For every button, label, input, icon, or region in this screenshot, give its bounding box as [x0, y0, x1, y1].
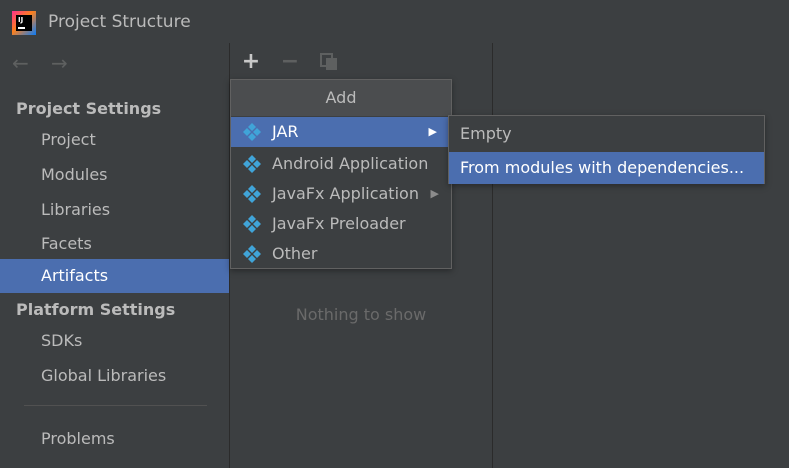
intellij-logo-icon: IJ [12, 11, 36, 35]
window-title: Project Structure [48, 12, 191, 32]
menu-item-label: Other [272, 244, 318, 263]
menu-item-jar[interactable]: JAR ▶ [231, 117, 451, 147]
submenu-item-from-modules[interactable]: From modules with dependencies... [449, 152, 764, 184]
menu-item-javafx-preloader[interactable]: JavaFx Preloader [231, 209, 451, 239]
jar-submenu: Empty From modules with dependencies... [448, 115, 765, 184]
menu-item-label: JavaFx Preloader [272, 214, 406, 233]
add-popup-title: Add [231, 80, 451, 116]
sidebar-item-facets[interactable]: Facets [0, 227, 229, 261]
forward-arrow-icon[interactable]: → [51, 53, 68, 73]
menu-item-javafx-application[interactable]: JavaFx Application ▶ [231, 179, 451, 209]
add-popup-menu: Add JAR ▶ Android Application JavaFx App… [230, 79, 452, 269]
menu-item-android-application[interactable]: Android Application [231, 149, 451, 179]
submenu-arrow-icon: ▶ [430, 187, 439, 200]
sidebar-item-project[interactable]: Project [0, 123, 229, 157]
artifact-diamond-icon [243, 123, 261, 141]
artifact-diamond-icon [243, 215, 261, 233]
sidebar-item-modules[interactable]: Modules [0, 158, 229, 192]
copy-icon[interactable] [318, 51, 340, 73]
menu-item-label: JavaFx Application [272, 184, 419, 203]
platform-settings-header: Platform Settings [16, 300, 176, 319]
submenu-arrow-icon: ▶ [428, 125, 437, 138]
back-arrow-icon[interactable]: ← [12, 53, 29, 73]
sidebar-item-artifacts[interactable]: Artifacts [0, 259, 229, 293]
artifact-diamond-icon [243, 245, 261, 263]
menu-item-label: JAR [272, 122, 299, 141]
artifact-diamond-icon [243, 185, 261, 203]
submenu-item-empty[interactable]: Empty [449, 118, 764, 150]
title-bar: IJ Project Structure [0, 0, 789, 43]
project-settings-header: Project Settings [16, 99, 162, 118]
menu-item-other[interactable]: Other [231, 239, 451, 269]
sidebar: ← → Project Settings Project Modules Lib… [0, 43, 229, 468]
empty-state-text: Nothing to show [295, 305, 427, 324]
sidebar-item-sdks[interactable]: SDKs [0, 324, 229, 358]
sidebar-separator [24, 405, 207, 406]
add-icon[interactable]: + [240, 51, 262, 73]
artifact-diamond-icon [243, 155, 261, 173]
menu-item-label: Android Application [272, 154, 429, 173]
sidebar-item-libraries[interactable]: Libraries [0, 193, 229, 227]
sidebar-item-global-libraries[interactable]: Global Libraries [0, 359, 229, 393]
sidebar-item-problems[interactable]: Problems [0, 422, 229, 456]
remove-icon[interactable]: − [279, 51, 301, 73]
artifact-details-panel [493, 43, 789, 468]
